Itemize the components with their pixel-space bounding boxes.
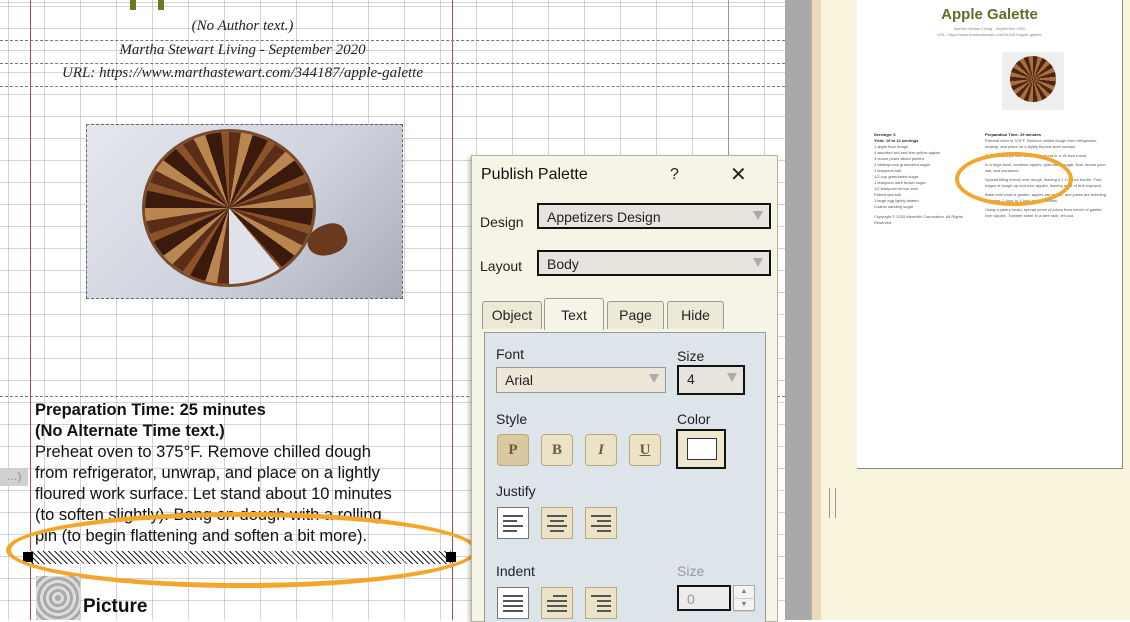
align-right-icon	[591, 515, 611, 535]
stepper-up-icon[interactable]: ▲	[734, 586, 754, 599]
indent-first-line-button[interactable]	[541, 587, 573, 619]
design-label: Design	[480, 214, 524, 230]
font-label: Font	[496, 346, 525, 362]
body-line: floured work surface. Let stand about 10…	[35, 485, 392, 503]
italic-style-button[interactable]: I	[585, 434, 617, 466]
preview-text: Coarse sanding sugar	[874, 204, 914, 209]
font-select[interactable]: Arial	[496, 367, 666, 393]
page-preview[interactable]: Apple Galette Martha Stewart Living - Se…	[857, 0, 1123, 469]
layout-label: Layout	[480, 258, 523, 274]
text-frame-edge	[0, 40, 785, 41]
justify-label: Justify	[496, 483, 536, 499]
text-frame-edge	[0, 63, 785, 64]
indent-size-input[interactable]: 0	[677, 585, 731, 611]
align-center-button[interactable]	[541, 507, 573, 539]
title-fragment	[158, 0, 164, 10]
style-label: Style	[496, 411, 528, 427]
align-right-button[interactable]	[585, 507, 617, 539]
preview-text: Copyright © 2020 Meredith Corporation. A…	[874, 214, 963, 225]
align-left-button[interactable]	[497, 507, 529, 539]
chevron-down-icon	[649, 374, 659, 383]
chevron-down-icon	[753, 258, 763, 267]
size-value: 4	[687, 371, 695, 387]
indent-none-button[interactable]	[497, 587, 529, 619]
text-tab-panel: Font Arial Size 4 Style P B I U Color Ju…	[484, 332, 766, 622]
prep-time-heading: Preparation Time: 25 minutes	[35, 401, 266, 419]
text-frame-edge	[0, 86, 785, 87]
layout-select[interactable]: Body	[537, 250, 771, 276]
preview-highlight-callout	[955, 152, 1073, 206]
tab-text[interactable]: Text	[544, 298, 604, 330]
indent-first-line-icon	[547, 595, 567, 615]
recipe-photo[interactable]	[86, 124, 403, 299]
body-line: from refrigerator, unwrap, and place on …	[35, 464, 380, 482]
help-button[interactable]: ?	[670, 166, 679, 184]
preview-source: Martha Stewart Living - September 2020	[953, 26, 1026, 31]
tab-page[interactable]: Page	[607, 301, 664, 329]
font-value: Arial	[505, 372, 534, 388]
indent-size-stepper[interactable]: ▲ ▼	[733, 585, 755, 612]
align-center-icon	[547, 515, 567, 535]
preview-text: Using a pastry brush, spread some of jui…	[985, 207, 1102, 218]
plain-style-button[interactable]: P	[497, 434, 529, 466]
preview-url: URL: https://www.marthastewart.com/34418…	[937, 32, 1042, 37]
alt-time-heading: (No Alternate Time text.)	[35, 422, 225, 440]
publish-palette-dialog[interactable]: Publish Palette ? ✕ Design Appetizers De…	[471, 155, 778, 622]
preview-text: Preheat oven to 375°F. Remove chilled do…	[985, 138, 1098, 149]
layout-value: Body	[547, 256, 579, 272]
indent-hanging-button[interactable]	[585, 587, 617, 619]
chevron-down-icon	[727, 373, 737, 382]
preview-title: Apple Galette	[941, 6, 1038, 23]
left-margin-line	[30, 0, 31, 620]
body-line: Preheat oven to 375°F. Remove chilled do…	[35, 443, 371, 461]
pane-scroll-strip[interactable]	[785, 0, 811, 620]
indent-hanging-icon	[591, 595, 611, 615]
design-value: Appetizers Design	[547, 209, 661, 225]
palette-title: Publish Palette	[481, 166, 588, 183]
underline-style-button[interactable]: U	[629, 434, 661, 466]
splitter-grip[interactable]	[829, 488, 836, 518]
author-line[interactable]: (No Author text.)	[30, 18, 455, 35]
size-label: Size	[677, 348, 705, 364]
source-line[interactable]: Martha Stewart Living - September 2020	[30, 42, 455, 59]
chevron-down-icon	[753, 211, 763, 220]
preview-left-column: Servings: 6 Yield: 10 to 12 servings 1 a…	[874, 132, 966, 226]
indent-size-label: Size	[677, 563, 705, 579]
design-select[interactable]: Appetizers Design	[537, 203, 771, 229]
picture-label: Picture	[83, 596, 148, 617]
color-swatch[interactable]	[676, 429, 726, 469]
align-left-icon	[503, 515, 523, 535]
tab-hide[interactable]: Hide	[667, 301, 724, 329]
url-line[interactable]: URL: https://www.marthastewart.com/34418…	[30, 65, 455, 82]
tab-object[interactable]: Object	[482, 301, 542, 329]
close-button[interactable]: ✕	[730, 162, 747, 187]
bold-style-button[interactable]: B	[541, 434, 573, 466]
overflow-tab[interactable]: …)	[0, 468, 28, 486]
picture-thumbnail[interactable]	[36, 576, 80, 620]
title-fragment	[130, 0, 136, 10]
indent-label: Indent	[496, 563, 535, 579]
indent-none-icon	[503, 595, 523, 615]
preview-photo	[1002, 52, 1064, 110]
galette-image	[145, 132, 313, 284]
size-select[interactable]: 4	[677, 365, 745, 395]
indent-size-value: 0	[687, 591, 695, 607]
stepper-down-icon[interactable]: ▼	[734, 599, 754, 612]
color-label: Color	[677, 411, 711, 427]
